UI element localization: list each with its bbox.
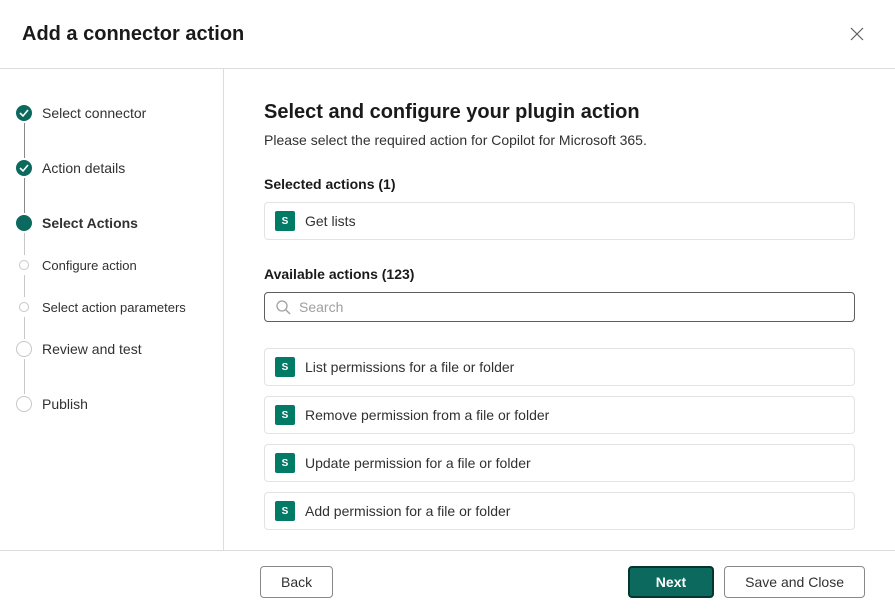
close-button[interactable] [841,18,873,50]
substep-icon [19,302,29,312]
next-button[interactable]: Next [628,566,714,598]
sharepoint-icon: S [275,453,295,473]
search-box[interactable] [264,292,855,322]
action-row-available-0[interactable]: S List permissions for a file or folder [264,348,855,386]
current-step-icon [16,215,32,231]
footer-right: Next Save and Close [628,566,865,598]
step-review-and-test[interactable]: Review and test [16,339,213,359]
sharepoint-icon: S [275,357,295,377]
step-connector [24,123,25,158]
step-select-action-parameters[interactable]: Select action parameters [16,297,213,317]
step-connector [24,178,25,213]
substep-icon [19,260,29,270]
step-connector [24,233,25,255]
step-configure-action[interactable]: Configure action [16,255,213,275]
dialog-header: Add a connector action [0,0,895,68]
step-label: Select action parameters [42,300,186,315]
dialog-body: Select connector Action details Select Act… [0,69,895,559]
sharepoint-icon: S [275,501,295,521]
step-label: Publish [42,396,88,412]
main-title: Select and configure your plugin action [264,101,855,124]
available-actions-label: Available actions (123) [264,266,855,282]
stepper-sidebar: Select connector Action details Select Act… [0,69,224,559]
step-label: Select connector [42,105,146,121]
step-list: Select connector Action details Select Act… [16,103,213,414]
search-input[interactable] [299,299,844,315]
sharepoint-icon: S [275,405,295,425]
future-step-icon [16,341,32,357]
close-icon [850,27,864,41]
step-publish[interactable]: Publish [16,394,213,414]
action-row-available-1[interactable]: S Remove permission from a file or folder [264,396,855,434]
action-label: List permissions for a file or folder [305,359,514,375]
main-panel: Select and configure your plugin action … [224,69,895,559]
action-label: Update permission for a file or folder [305,455,531,471]
step-connector [24,359,25,394]
save-close-button[interactable]: Save and Close [724,566,865,598]
future-step-icon [16,396,32,412]
step-select-connector[interactable]: Select connector [16,103,213,123]
selected-actions-label: Selected actions (1) [264,176,855,192]
step-label: Action details [42,160,125,176]
sharepoint-icon: S [275,211,295,231]
available-actions-list: SList permissions for a file or folderSR… [264,348,855,530]
step-label: Configure action [42,258,137,273]
check-icon [16,105,32,121]
action-label: Add permission for a file or folder [305,503,510,519]
back-button[interactable]: Back [260,566,333,598]
step-action-details[interactable]: Action details [16,158,213,178]
search-icon [275,299,291,315]
action-label: Remove permission from a file or folder [305,407,549,423]
action-row-available-3[interactable]: S Add permission for a file or folder [264,492,855,530]
action-label: Get lists [305,213,356,229]
step-connector [24,275,25,297]
step-select-actions[interactable]: Select Actions [16,213,213,233]
action-row-selected-0[interactable]: S Get lists [264,202,855,240]
main-subtitle: Please select the required action for Co… [264,132,855,148]
step-label: Select Actions [42,215,138,231]
step-connector [24,317,25,339]
check-icon [16,160,32,176]
selected-actions-section: Selected actions (1) S Get lists [264,176,855,240]
step-label: Review and test [42,341,142,357]
dialog-footer: Back Next Save and Close [0,550,895,612]
dialog-title: Add a connector action [22,23,244,46]
action-row-available-2[interactable]: S Update permission for a file or folder [264,444,855,482]
